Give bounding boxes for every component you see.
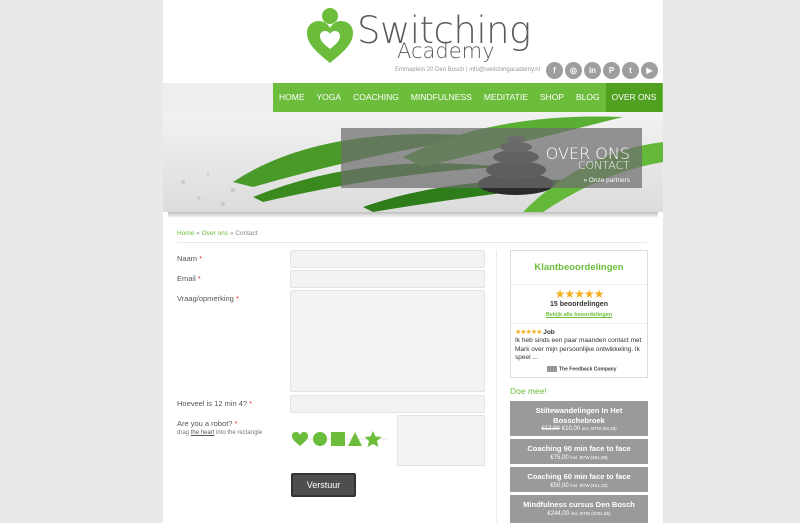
breadcrumb-current: Contact [235, 230, 258, 237]
event-item[interactable]: Mindfulness cursus Den Bosch €244,00 inc… [510, 495, 648, 523]
event-price: €50,00 incl. BTW (€41,32) [510, 482, 648, 490]
social-links: f ◎ in P t ▶ [546, 62, 658, 79]
name-input[interactable] [290, 250, 485, 268]
required-mark: * [234, 419, 238, 428]
captcha-shapes [292, 431, 387, 447]
content-divider [177, 242, 647, 243]
review-stars: ★★★★★ [515, 329, 542, 336]
robot-label: Are you a robot? * [177, 419, 237, 428]
nav-item-coaching[interactable]: COACHING [347, 83, 405, 112]
hero-shadow [168, 212, 658, 218]
logo-subtitle: Academy [397, 39, 495, 63]
site-logo[interactable]: Switching Academy [305, 5, 531, 67]
event-title: Coaching 60 min face to face [527, 472, 631, 481]
breadcrumb-separator: » [194, 230, 202, 237]
heart-shape-icon[interactable] [292, 432, 308, 446]
breadcrumb: Home » Over ons » Contact [177, 230, 258, 237]
message-textarea[interactable] [290, 290, 485, 392]
event-old-price: €12,00 [541, 426, 560, 432]
feedback-company-logo[interactable]: The Feedback Company [547, 366, 617, 372]
feedback-company-icon [547, 366, 557, 372]
nav-item-blog[interactable]: BLOG [570, 83, 606, 112]
nav-item-mindfulness[interactable]: MINDFULNESS [405, 83, 478, 112]
email-input[interactable] [290, 270, 485, 288]
circle-shape-icon[interactable] [313, 432, 327, 446]
captcha-label: Hoeveel is 12 min 4? * [177, 399, 252, 408]
robot-note-link: the heart [190, 430, 215, 436]
event-tax: incl. BTW (€201,65) [570, 510, 611, 516]
review-header: ★★★★★ Job [515, 328, 555, 336]
required-mark: * [197, 274, 201, 283]
header-contact-info: Emmaplein 20 Den Bosch | info@switchinga… [395, 67, 540, 73]
star-shape-icon[interactable] [364, 431, 382, 447]
column-divider [496, 250, 497, 523]
nav-item-shop[interactable]: SHOP [534, 83, 570, 112]
event-price: €75,00 incl. BTW (€61,98) [510, 454, 648, 462]
hero-title-box: OVER ONS CONTACT » Onze partners [341, 128, 642, 188]
reviews-rating-stars: ★★★★★ [554, 287, 605, 301]
logo-heart-icon [307, 8, 353, 63]
name-label: Naam * [177, 254, 202, 263]
event-title: Stiltewandelingen In Het Bosschebroek [535, 406, 623, 425]
required-mark: * [199, 254, 203, 263]
event-tax: incl. BTW (€61,98) [570, 454, 608, 460]
required-mark: * [235, 294, 239, 303]
event-current-price: €75,00 [550, 454, 569, 461]
event-current-price: €10,00 [561, 426, 581, 432]
email-label: Email * [177, 274, 201, 283]
review-text: Ik heb sinds een paar maanden contact me… [515, 337, 642, 361]
required-mark: * [249, 399, 253, 408]
reviewer-name: Job [543, 329, 555, 336]
reviews-title: Klantbeoordelingen [511, 251, 647, 285]
event-price: €244,00 incl. BTW (€201,65) [510, 510, 648, 518]
facebook-icon[interactable]: f [546, 62, 563, 79]
event-item[interactable]: Stiltewandelingen In Het Bosschebroek €1… [510, 401, 648, 436]
event-title: Coaching 90 min face to face [527, 444, 631, 453]
nav-item-over-ons[interactable]: OVER ONS [605, 83, 663, 112]
event-title: Mindfulness cursus Den Bosch [523, 500, 635, 509]
linkedin-icon[interactable]: in [584, 62, 601, 79]
robot-note-post: into the rectangle [214, 430, 263, 436]
submit-button[interactable]: Verstuur [291, 473, 356, 497]
robot-instruction: drag the heart into the rectangle [177, 430, 262, 436]
event-item[interactable]: Coaching 90 min face to face €75,00 incl… [510, 439, 648, 464]
event-current-price: €244,00 [547, 510, 570, 517]
reviews-widget: Klantbeoordelingen ★★★★★ 15 beoordelinge… [510, 250, 648, 378]
reviews-count: 15 beoordelingen [550, 301, 608, 308]
captcha-label-text: Hoeveel is 12 min 4? [177, 399, 248, 408]
reviews-separator [511, 323, 647, 324]
message-label-text: Vraag/opmerking [177, 294, 234, 303]
twitter-icon[interactable]: t [622, 62, 639, 79]
message-label: Vraag/opmerking * [177, 294, 239, 303]
breadcrumb-home[interactable]: Home [177, 230, 194, 237]
name-label-text: Naam [177, 254, 198, 263]
main-nav: HOME YOGA COACHING MINDFULNESS MEDITATIE… [273, 83, 663, 112]
hero-subtitle: CONTACT [577, 159, 630, 172]
event-price: €12,00 €10,00 incl. BTW (€8,26) [510, 425, 648, 433]
robot-label-text: Are you a robot? [177, 419, 233, 428]
events-heading: Doe mee! [510, 386, 547, 396]
nav-item-home[interactable]: HOME [273, 83, 311, 112]
robot-note-pre: drag [177, 430, 191, 436]
event-tax: incl. BTW (€41,32) [570, 482, 608, 488]
breadcrumb-over-ons[interactable]: Over ons [202, 230, 228, 237]
pinterest-icon[interactable]: P [603, 62, 620, 79]
event-item[interactable]: Coaching 60 min face to face €50,00 incl… [510, 467, 648, 492]
instagram-icon[interactable]: ◎ [565, 62, 582, 79]
event-tax: incl. BTW (€8,26) [581, 426, 617, 431]
captcha-drop-rectangle[interactable] [397, 415, 485, 466]
nav-item-meditatie[interactable]: MEDITATIE [478, 83, 534, 112]
square-shape-icon[interactable] [331, 432, 345, 446]
feedback-company-name: The Feedback Company [559, 366, 617, 373]
nav-item-yoga[interactable]: YOGA [311, 83, 348, 112]
event-current-price: €50,00 [550, 482, 569, 489]
email-label-text: Email [177, 274, 196, 283]
hero-partners-link[interactable]: » Onze partners [583, 177, 630, 184]
reviews-all-link[interactable]: Bekijk alle beoordelingen [511, 312, 647, 318]
youtube-icon[interactable]: ▶ [641, 62, 658, 79]
captcha-input[interactable] [290, 395, 485, 413]
